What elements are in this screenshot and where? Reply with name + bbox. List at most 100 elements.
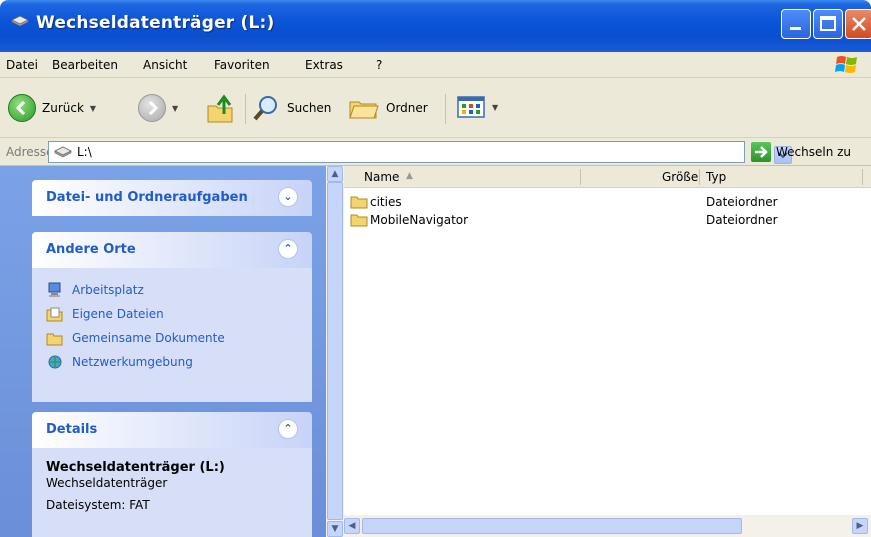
chevron-down-icon: ▼ — [172, 103, 179, 113]
details-type: Wechseldatenträger — [46, 476, 168, 490]
toolbar: Zurück ▼ ▼ Suchen Ordner ▼ — [0, 78, 871, 138]
back-arrow-icon — [8, 94, 36, 122]
scroll-down-button[interactable]: ▼ — [327, 521, 343, 537]
address-label: Adresse — [6, 145, 54, 159]
chevron-down-icon: ▼ — [492, 102, 499, 112]
go-label: Wechseln zu — [776, 145, 852, 159]
other-places-body: Arbeitsplatz Eigene Dateien Gemeinsame D… — [32, 268, 312, 402]
chevron-down-icon: ▼ — [89, 103, 97, 113]
scroll-thumb[interactable] — [362, 518, 742, 534]
address-value: L:\ — [77, 145, 92, 159]
scroll-left-button[interactable]: ◀ — [344, 518, 360, 534]
toolbar-separator — [245, 94, 246, 124]
item-name: cities — [370, 195, 402, 209]
go-button[interactable]: Wechseln zu — [751, 142, 851, 162]
close-icon — [852, 17, 866, 31]
views-icon — [457, 96, 485, 118]
file-list: Name ▲ Größe Typ cities Dateiordner Mobi… — [344, 166, 871, 537]
menu-datei[interactable]: Datei — [6, 58, 38, 72]
back-label: Zurück — [42, 101, 84, 115]
address-input[interactable]: L:\ — [48, 141, 792, 164]
folder-icon — [46, 333, 63, 346]
item-type: Dateiordner — [706, 195, 778, 209]
go-arrow-icon — [751, 142, 771, 162]
place-label: Gemeinsame Dokumente — [72, 331, 225, 345]
title-bar[interactable]: Wechseldatenträger (L:) — [0, 0, 871, 52]
folder-up-icon — [207, 94, 233, 123]
folders-button[interactable]: Ordner — [348, 94, 428, 122]
scroll-thumb[interactable] — [327, 182, 343, 520]
toolbar-separator — [445, 94, 446, 124]
place-eigene-dateien[interactable]: Eigene Dateien — [46, 306, 298, 322]
expand-icon[interactable]: ⌄ — [278, 187, 298, 207]
scroll-up-button[interactable]: ▲ — [327, 166, 343, 182]
list-header: Name ▲ Größe Typ — [344, 166, 871, 188]
folder-icon — [350, 196, 368, 209]
menu-bar: Datei Bearbeiten Ansicht Favoriten Extra… — [0, 52, 871, 78]
details-title: Details — [46, 422, 98, 437]
vertical-scrollbar[interactable]: ▲ ▼ — [326, 166, 344, 537]
maximize-button[interactable] — [813, 9, 843, 39]
place-label: Netzwerkumgebung — [72, 355, 193, 369]
network-icon — [48, 355, 62, 369]
windows-logo-icon — [835, 56, 857, 73]
details-panel: Details ⌃ Wechseldatenträger (L:) Wechse… — [32, 412, 312, 537]
column-divider[interactable] — [699, 169, 700, 185]
folders-label: Ordner — [386, 101, 428, 115]
column-type[interactable]: Typ — [706, 170, 726, 184]
menu-ansicht[interactable]: Ansicht — [143, 58, 187, 72]
details-name: Wechseldatenträger (L:) — [46, 460, 225, 475]
scroll-right-button[interactable]: ▶ — [852, 518, 868, 534]
menu-bearbeiten[interactable]: Bearbeiten — [52, 58, 118, 72]
menu-favoriten[interactable]: Favoriten — [214, 58, 270, 72]
computer-icon — [48, 282, 61, 297]
menu-help[interactable]: ? — [376, 58, 382, 72]
details-header[interactable]: Details ⌃ — [32, 412, 312, 448]
forward-button[interactable]: ▼ — [138, 94, 178, 122]
search-label: Suchen — [287, 101, 332, 115]
details-filesystem: Dateisystem: FAT — [46, 498, 150, 512]
place-label: Eigene Dateien — [72, 307, 164, 321]
place-netzwerkumgebung[interactable]: Netzwerkumgebung — [46, 354, 298, 370]
window-title: Wechseldatenträger (L:) — [36, 13, 275, 33]
file-tasks-title: Datei- und Ordneraufgaben — [46, 190, 248, 205]
task-pane: Datei- und Ordneraufgaben ⌄ Andere Orte … — [0, 166, 326, 537]
horizontal-scrollbar[interactable]: ◀ ▶ — [344, 515, 871, 537]
other-places-panel: Andere Orte ⌃ Arbeitsplatz Eigene Dateie… — [32, 232, 312, 402]
search-button[interactable]: Suchen — [251, 94, 331, 122]
list-item[interactable]: MobileNavigator Dateiordner — [350, 211, 870, 229]
collapse-icon[interactable]: ⌃ — [278, 419, 298, 439]
back-button[interactable]: Zurück ▼ — [8, 94, 96, 122]
other-places-header[interactable]: Andere Orte ⌃ — [32, 232, 312, 268]
sort-asc-icon: ▲ — [406, 171, 413, 181]
place-arbeitsplatz[interactable]: Arbeitsplatz — [46, 282, 298, 298]
column-name[interactable]: Name — [364, 170, 399, 184]
maximize-icon — [820, 16, 836, 31]
item-name: MobileNavigator — [370, 213, 469, 227]
drive-icon — [54, 146, 72, 158]
forward-arrow-icon — [138, 94, 166, 122]
address-bar: Adresse L:\ Wechseln zu — [0, 138, 871, 166]
place-gemeinsame-dokumente[interactable]: Gemeinsame Dokumente — [46, 330, 298, 346]
details-body: Wechseldatenträger (L:) Wechseldatenträg… — [32, 448, 312, 537]
folder-icon — [350, 214, 368, 227]
item-type: Dateiordner — [706, 213, 778, 227]
views-button[interactable]: ▼ — [456, 94, 498, 120]
menu-extras[interactable]: Extras — [305, 58, 343, 72]
column-divider[interactable] — [580, 169, 581, 185]
documents-icon — [46, 307, 63, 322]
list-item[interactable]: cities Dateiordner — [350, 193, 870, 211]
column-divider[interactable] — [862, 169, 863, 185]
collapse-icon[interactable]: ⌃ — [278, 239, 298, 259]
other-places-title: Andere Orte — [46, 242, 136, 257]
search-icon — [253, 96, 277, 121]
file-tasks-panel: Datei- und Ordneraufgaben ⌄ — [32, 180, 312, 216]
close-button[interactable] — [845, 9, 871, 39]
folders-icon — [349, 101, 379, 119]
up-button[interactable] — [206, 92, 236, 124]
minimize-button[interactable] — [781, 9, 811, 39]
place-label: Arbeitsplatz — [72, 283, 144, 297]
drive-icon — [11, 15, 29, 27]
column-size[interactable]: Größe — [662, 170, 698, 184]
file-tasks-header[interactable]: Datei- und Ordneraufgaben ⌄ — [32, 180, 312, 216]
